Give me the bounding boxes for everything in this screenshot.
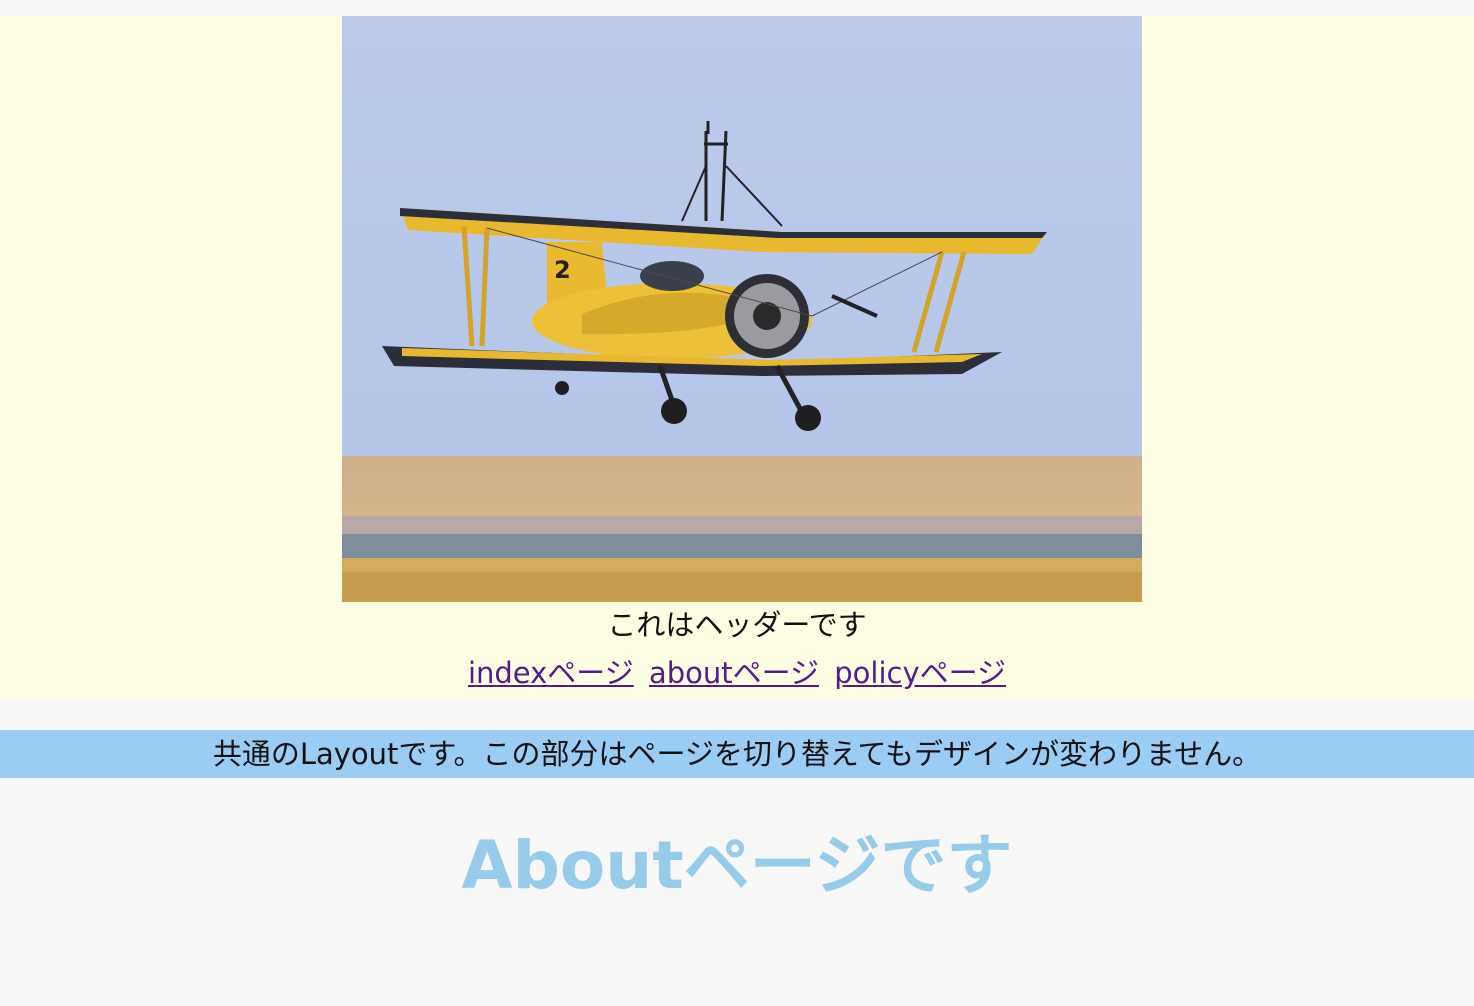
nav-link-index[interactable]: indexページ <box>468 656 634 690</box>
site-header: 2 これはヘッダーです indexページ aboutページ policyページ <box>0 16 1474 698</box>
page: 2 これはヘッダーです indexページ aboutページ policyページ … <box>0 0 1474 1006</box>
nav-link-about[interactable]: aboutページ <box>649 656 819 690</box>
hero-image: 2 <box>342 16 1142 602</box>
svg-text:2: 2 <box>554 256 571 284</box>
header-text: これはヘッダーです <box>607 608 867 642</box>
header-nav: indexページ aboutページ policyページ <box>0 656 1474 690</box>
nav-link-policy[interactable]: policyページ <box>834 656 1006 690</box>
layout-banner: 共通のLayoutです。この部分はページを切り替えてもデザインが変わりません。 <box>0 730 1474 778</box>
page-title: Aboutページです <box>461 827 1013 904</box>
